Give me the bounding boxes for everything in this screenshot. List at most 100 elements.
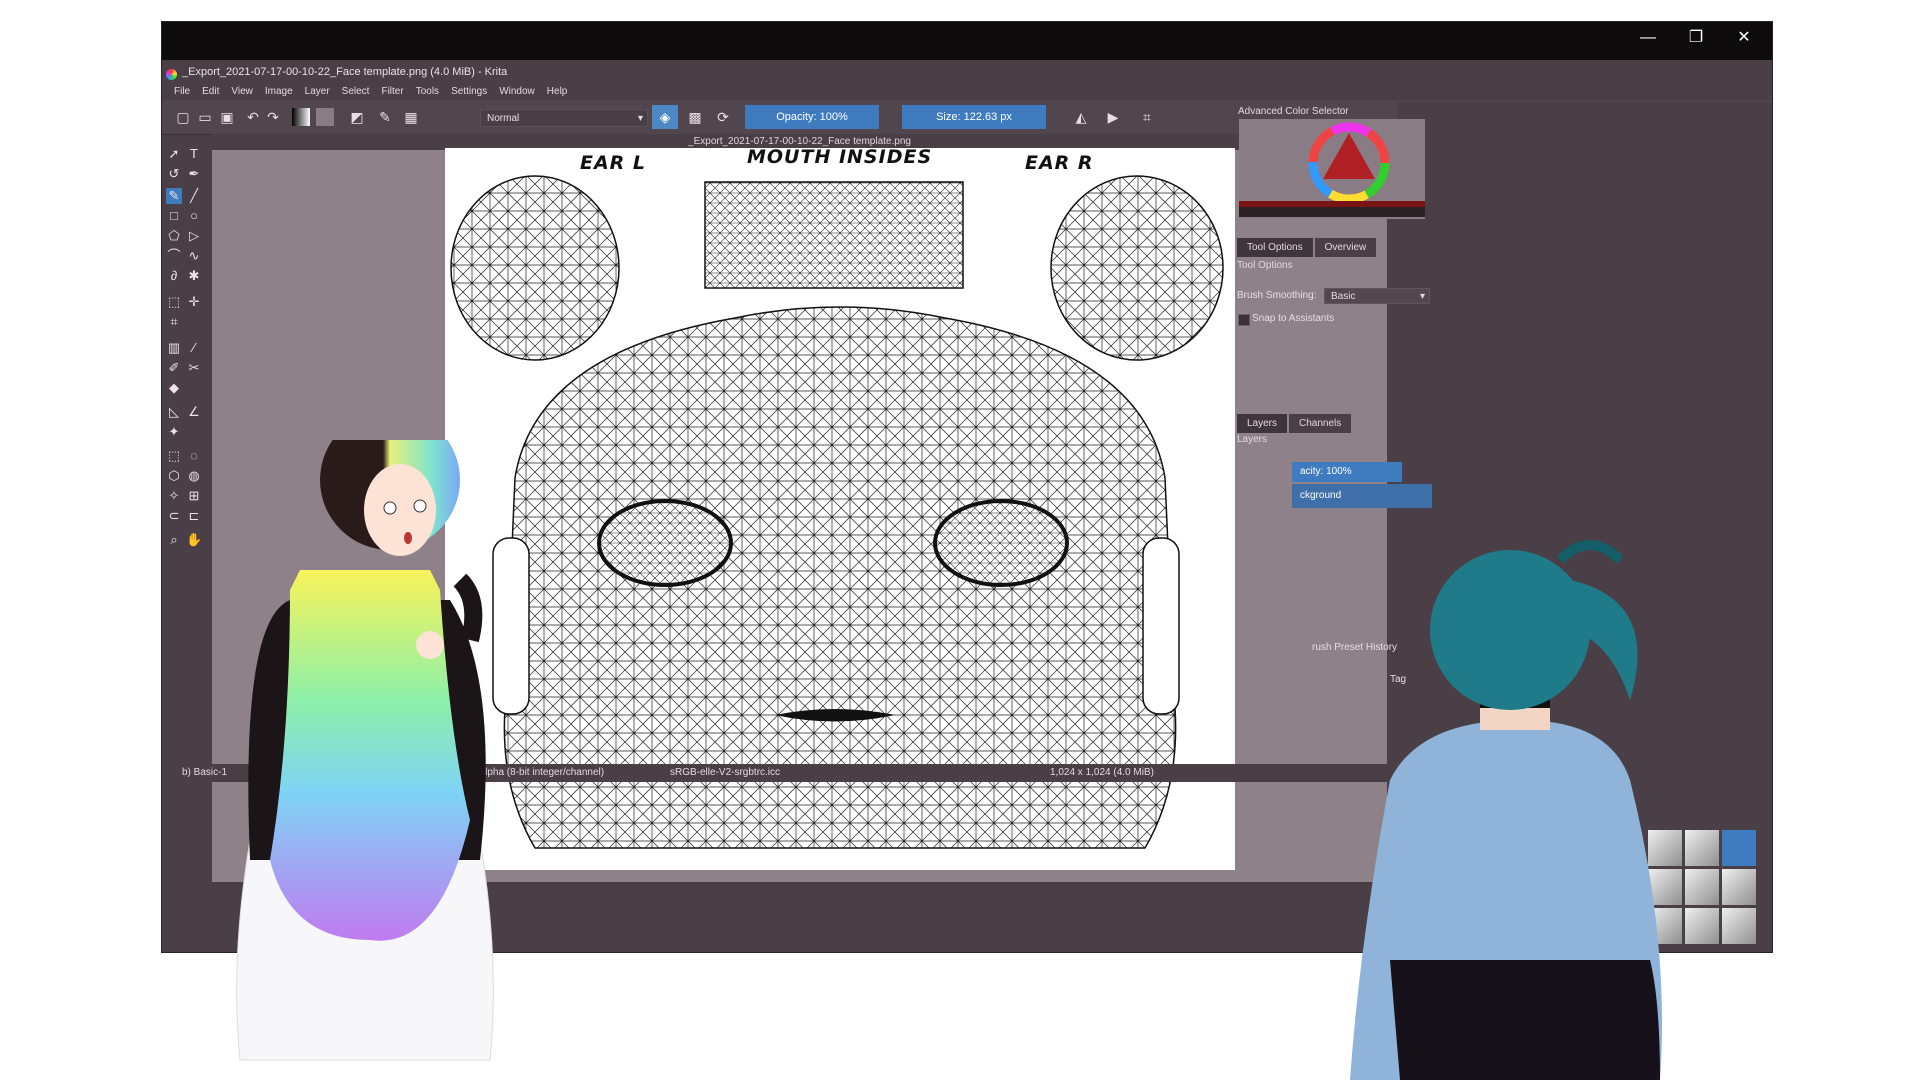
- fill-tool-icon[interactable]: ◆: [166, 380, 182, 396]
- ellipse-tool-icon[interactable]: ○: [186, 208, 202, 224]
- menu-tools[interactable]: Tools: [410, 84, 445, 100]
- colorize-mask-icon[interactable]: ✐: [166, 360, 182, 376]
- layers-tabs: Layers Channels: [1237, 414, 1353, 433]
- tool-options-title: Tool Options: [1237, 260, 1293, 271]
- window-controls: — ❐ ✕: [1638, 28, 1754, 48]
- text-tool-icon[interactable]: T: [186, 146, 202, 162]
- menu-filter[interactable]: Filter: [375, 84, 409, 100]
- preserve-alpha-icon[interactable]: ▩: [686, 108, 704, 126]
- document-tab-title: _Export_2021-07-17-00-10-22_Face templat…: [688, 136, 911, 147]
- brush-presets-icon[interactable]: ▦: [402, 108, 420, 126]
- uv-wireframe: [450, 175, 1224, 849]
- label-ear-right: EAR R: [1025, 152, 1094, 174]
- menu-image[interactable]: Image: [259, 84, 299, 100]
- gradient-icon[interactable]: [292, 108, 310, 126]
- preset-thumb[interactable]: [1722, 869, 1756, 905]
- magnetic-select-icon[interactable]: ⊏: [186, 508, 202, 524]
- assistant-tool-icon[interactable]: ◺: [166, 404, 182, 420]
- color-swap-icon[interactable]: ◩: [348, 108, 366, 126]
- similar-select-icon[interactable]: ⊞: [186, 488, 202, 504]
- character-left: [236, 440, 494, 1061]
- tool-options-tabs: Tool Options Overview: [1237, 238, 1378, 257]
- polygon-tool-icon[interactable]: ⬠: [166, 228, 182, 244]
- wrap-around-icon[interactable]: ⌗: [1138, 108, 1156, 126]
- preset-thumb-selected[interactable]: [1722, 830, 1756, 866]
- menu-select[interactable]: Select: [336, 84, 376, 100]
- document-canvas[interactable]: EAR L MOUTH INSIDES EAR R: [445, 148, 1235, 870]
- pan-tool-icon[interactable]: ✋: [186, 532, 202, 548]
- preset-thumb[interactable]: [1722, 908, 1756, 944]
- undo-icon[interactable]: ↶: [244, 108, 262, 126]
- transform-tool-icon[interactable]: ⬚: [166, 294, 182, 310]
- menu-file[interactable]: File: [168, 84, 196, 100]
- minimize-button[interactable]: —: [1638, 28, 1658, 48]
- window-title: _Export_2021-07-17-00-10-22_Face templat…: [182, 66, 508, 78]
- character-right: [1350, 540, 1662, 1080]
- eraser-mode-button[interactable]: ◈: [652, 105, 678, 129]
- opacity-slider[interactable]: Opacity: 100%: [745, 105, 879, 129]
- size-slider[interactable]: Size: 122.63 px: [902, 105, 1046, 129]
- mirror-vertical-icon[interactable]: ▶: [1104, 108, 1122, 126]
- redo-icon[interactable]: ↷: [264, 108, 282, 126]
- ellipse-select-icon[interactable]: ◌: [186, 448, 202, 464]
- mouth-insides-mesh: [704, 181, 964, 289]
- brush-editor-icon[interactable]: ✎: [376, 108, 394, 126]
- measure-tool-icon[interactable]: ∠: [186, 404, 202, 420]
- menu-layer[interactable]: Layer: [299, 84, 336, 100]
- bezier-select-icon[interactable]: ⊂: [166, 508, 182, 524]
- tab-layers[interactable]: Layers: [1237, 414, 1288, 433]
- move-tool-icon[interactable]: ✛: [186, 294, 202, 310]
- rect-select-icon[interactable]: ⬚: [166, 448, 182, 464]
- gradient-tool-icon[interactable]: ▥: [166, 340, 182, 356]
- tab-overview[interactable]: Overview: [1314, 238, 1377, 257]
- snap-to-assistants-checkbox[interactable]: [1238, 314, 1250, 326]
- tab-tool-options[interactable]: Tool Options: [1237, 238, 1313, 257]
- new-document-icon[interactable]: ▢: [174, 108, 192, 126]
- polygon-select-icon[interactable]: ⬡: [166, 468, 182, 484]
- blend-mode-select[interactable]: Normal: [480, 109, 648, 128]
- menu-help[interactable]: Help: [541, 84, 574, 100]
- select-shapes-icon[interactable]: ➚: [166, 146, 182, 162]
- polyline-tool-icon[interactable]: ▷: [186, 228, 202, 244]
- rectangle-tool-icon[interactable]: □: [166, 208, 182, 224]
- brush-smoothing-label: Brush Smoothing:: [1237, 290, 1317, 301]
- tab-channels[interactable]: Channels: [1289, 414, 1352, 433]
- pattern-icon[interactable]: [316, 108, 334, 126]
- menu-view[interactable]: View: [225, 84, 259, 100]
- dynamic-brush-icon[interactable]: ∂: [166, 268, 182, 284]
- crop-tool-icon[interactable]: ⌗: [166, 314, 182, 330]
- freehand-select-icon[interactable]: ◍: [186, 468, 202, 484]
- freehand-path-icon[interactable]: ∿: [186, 248, 202, 264]
- edit-shapes-icon[interactable]: ↺: [166, 166, 182, 182]
- calligraphy-icon[interactable]: ✒: [186, 166, 202, 182]
- layer-row-background[interactable]: ckground: [1292, 484, 1432, 508]
- status-brush[interactable]: b) Basic-1: [182, 767, 227, 778]
- layer-opacity-slider[interactable]: acity: 100%: [1292, 462, 1402, 482]
- multibrush-icon[interactable]: ✱: [186, 268, 202, 284]
- save-icon[interactable]: ▣: [218, 108, 236, 126]
- mirror-horizontal-icon[interactable]: ◭: [1072, 108, 1090, 126]
- menu-window[interactable]: Window: [493, 84, 541, 100]
- contiguous-select-icon[interactable]: ✧: [166, 488, 182, 504]
- color-picker-icon[interactable]: ⁄: [186, 340, 202, 356]
- toolbox: ➚ T ↺ ✒ ✎ ╱ □ ○ ⬠ ▷ ⌒ ∿ ∂ ✱ ⬚ ✛ ⌗ ▥ ⁄ ✐ …: [162, 142, 210, 782]
- maximize-button[interactable]: ❐: [1686, 28, 1706, 48]
- color-wheel[interactable]: [1239, 119, 1425, 219]
- freehand-brush-icon[interactable]: ✎: [166, 188, 182, 204]
- menu-edit[interactable]: Edit: [196, 84, 225, 100]
- reload-preset-icon[interactable]: ⟳: [714, 108, 732, 126]
- brush-smoothing-select[interactable]: Basic: [1324, 288, 1430, 305]
- bezier-tool-icon[interactable]: ⌒: [166, 248, 182, 264]
- ear-left-mesh: [450, 175, 620, 361]
- title-bar: _Export_2021-07-17-00-10-22_Face templat…: [162, 66, 1772, 84]
- line-tool-icon[interactable]: ╱: [186, 188, 202, 204]
- close-button[interactable]: ✕: [1734, 28, 1754, 48]
- color-selector-panel[interactable]: [1239, 119, 1425, 219]
- open-document-icon[interactable]: ▭: [196, 108, 214, 126]
- smart-patch-icon[interactable]: ✂: [186, 360, 202, 376]
- zoom-tool-icon[interactable]: ⌕: [166, 532, 182, 548]
- reference-tool-icon[interactable]: ✦: [166, 424, 182, 440]
- snap-to-assistants-label: Snap to Assistants: [1252, 313, 1335, 324]
- menu-settings[interactable]: Settings: [445, 84, 493, 100]
- screen-bezel: — ❐ ✕: [162, 22, 1772, 60]
